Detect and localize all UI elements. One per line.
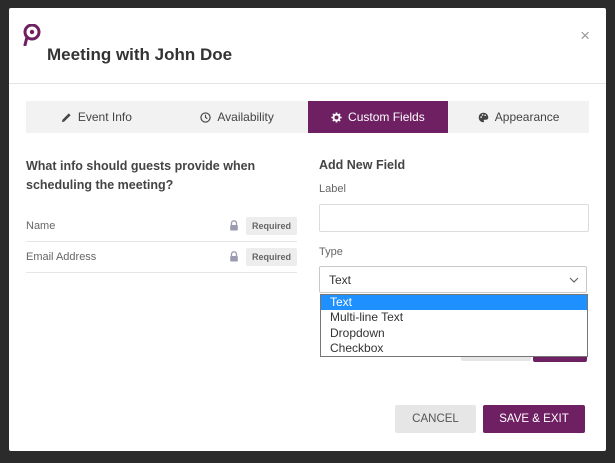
type-option-checkbox[interactable]: Checkbox — [321, 341, 587, 356]
field-name: Email Address — [26, 250, 97, 263]
pencil-icon — [61, 112, 71, 122]
type-caption: Type — [319, 246, 343, 258]
brand-logo-icon — [23, 24, 41, 46]
chevron-down-icon — [569, 277, 579, 283]
tab-label: Event Info — [77, 110, 132, 124]
type-option-dropdown[interactable]: Dropdown — [321, 326, 587, 341]
type-dropdown-list: Text Multi-line Text Dropdown Checkbox — [320, 294, 588, 357]
type-option-text[interactable]: Text — [321, 295, 587, 311]
label-caption: Label — [319, 183, 346, 195]
add-field-title: Add New Field — [319, 158, 406, 172]
save-exit-button[interactable]: SAVE & EXIT — [483, 405, 585, 433]
tab-appearance[interactable]: Appearance — [448, 101, 589, 133]
required-badge: Required — [245, 247, 297, 266]
palette-icon — [478, 112, 489, 122]
header-divider — [9, 83, 606, 84]
label-input[interactable] — [319, 204, 589, 232]
gear-icon — [331, 111, 342, 123]
tab-label: Availability — [217, 110, 274, 124]
field-row-name: Name Required — [26, 210, 297, 242]
tab-availability[interactable]: Availability — [167, 101, 308, 133]
cancel-button[interactable]: CANCEL — [395, 405, 476, 433]
required-badge: Required — [245, 216, 297, 235]
lock-icon — [230, 251, 238, 262]
meeting-dialog: Meeting with John Doe × Event Info Avail… — [9, 8, 606, 451]
tab-custom-fields[interactable]: Custom Fields — [307, 101, 449, 133]
field-name: Name — [26, 219, 56, 232]
tab-event-info[interactable]: Event Info — [26, 101, 167, 133]
tab-label: Appearance — [494, 110, 560, 124]
field-row-email: Email Address Required — [26, 241, 297, 273]
type-select-value: Text — [329, 272, 352, 287]
dialog-title: Meeting with John Doe — [47, 45, 233, 64]
tab-label: Custom Fields — [348, 110, 425, 124]
clock-icon — [200, 111, 212, 123]
close-icon[interactable]: × — [580, 27, 590, 44]
lock-icon — [230, 220, 238, 231]
guest-info-question: What info should guests provide when sch… — [26, 159, 256, 192]
type-select[interactable]: Text — [319, 266, 587, 293]
type-option-multiline[interactable]: Multi-line Text — [321, 310, 587, 325]
tab-bar: Event Info Availability Custom Fields Ap… — [26, 101, 589, 133]
